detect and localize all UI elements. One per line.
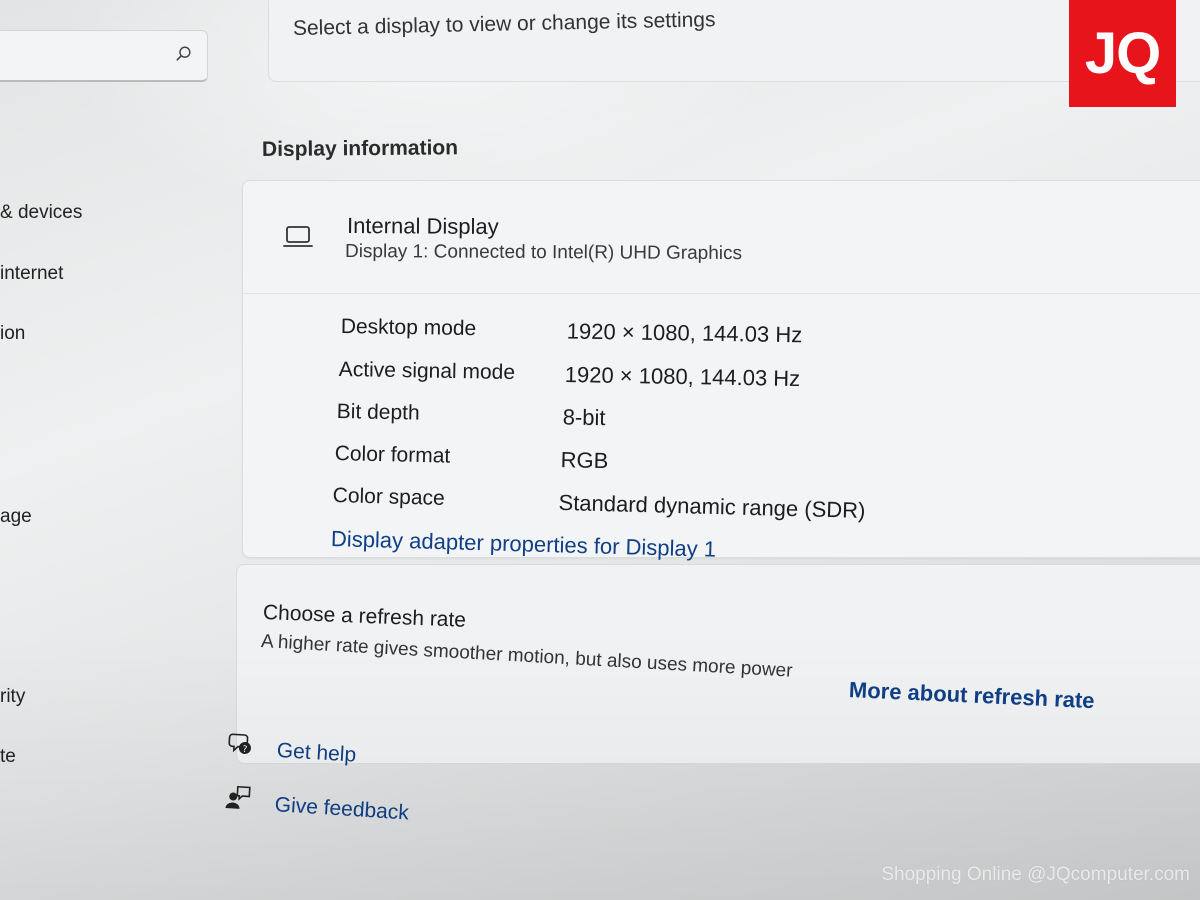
refresh-rate-card[interactable]: Choose a refresh rate A higher rate give… — [236, 564, 1200, 764]
property-label: Desktop mode — [340, 315, 477, 341]
watermark-text: Shopping Online @JQcomputer.com — [881, 864, 1190, 885]
refresh-rate-description: A higher rate gives smoother motion, but… — [260, 631, 794, 682]
property-value: RGB — [560, 447, 609, 474]
monitor-icon — [283, 226, 313, 247]
property-value: Standard dynamic range (SDR) — [558, 489, 866, 523]
sidebar-item-personalization[interactable]: ion — [0, 323, 25, 345]
display-subtitle: Display 1: Connected to Intel(R) UHD Gra… — [344, 241, 743, 265]
display-info-header: Internal Display Display 1: Connected to… — [243, 181, 1200, 294]
sidebar-item-devices[interactable]: & devices — [0, 202, 82, 224]
select-display-card: Select a display to view or change its s… — [268, 0, 1200, 82]
property-label: Bit depth — [336, 400, 420, 425]
select-display-text: Select a display to view or change its s… — [292, 8, 716, 40]
search-box[interactable] — [0, 30, 208, 82]
help-chat-icon: ? — [228, 733, 251, 755]
display-info-card: Internal Display Display 1: Connected to… — [242, 180, 1200, 562]
property-value: 1920 × 1080, 144.03 Hz — [564, 361, 801, 392]
property-label: Color space — [332, 484, 446, 510]
sidebar-item-security[interactable]: rity — [0, 686, 25, 708]
refresh-rate-title: Choose a refresh rate — [262, 601, 467, 632]
display-name: Internal Display — [346, 213, 499, 240]
refresh-rate-link[interactable]: More about refresh rate — [848, 677, 1095, 714]
sidebar-item-language[interactable]: age — [0, 506, 32, 528]
sidebar: & devices internet ion age rity te — [0, 0, 230, 900]
sidebar-item-network[interactable]: internet — [0, 263, 63, 285]
jq-logo: JQ — [1069, 0, 1176, 107]
section-title: Display information — [261, 136, 459, 161]
search-input[interactable] — [5, 43, 159, 69]
give-feedback-link[interactable]: Give feedback — [274, 793, 409, 825]
svg-text:?: ? — [242, 745, 248, 755]
search-icon[interactable] — [175, 45, 193, 63]
property-label: Active signal mode — [338, 358, 516, 385]
feedback-person-icon — [225, 785, 251, 809]
adapter-properties-link[interactable]: Display adapter properties for Display 1 — [331, 526, 717, 563]
property-value: 1920 × 1080, 144.03 Hz — [566, 318, 803, 348]
property-value: 8-bit — [562, 404, 606, 431]
property-label: Color format — [334, 442, 451, 468]
get-help-link[interactable]: Get help — [276, 739, 357, 768]
sidebar-item-update[interactable]: te — [0, 746, 16, 768]
